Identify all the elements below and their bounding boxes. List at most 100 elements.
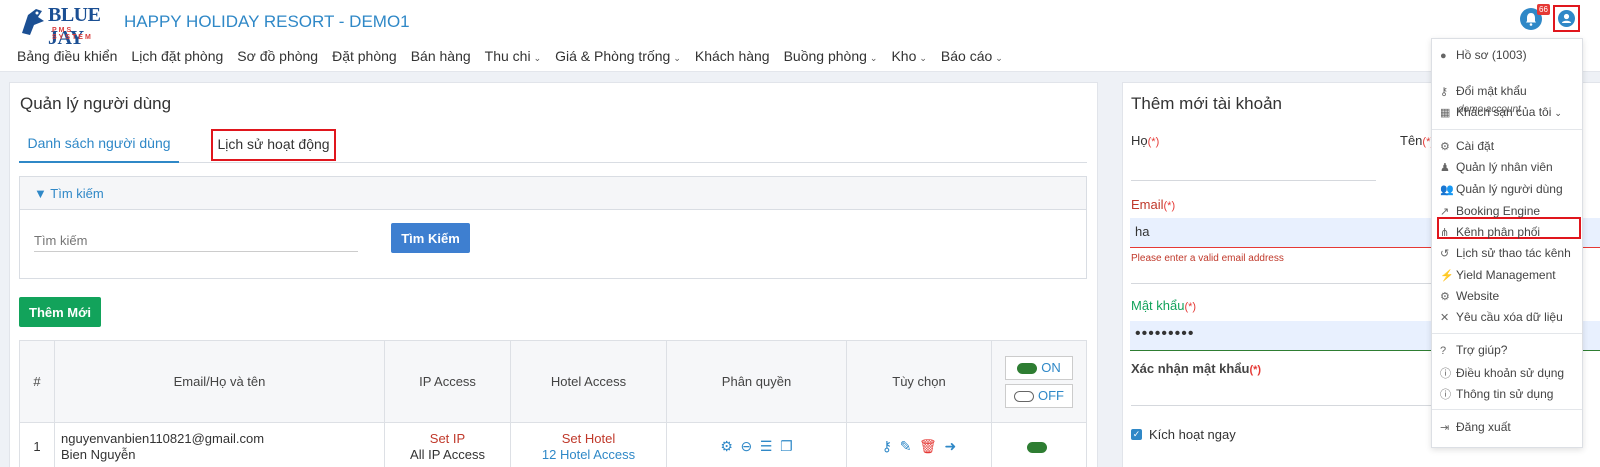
toggle-all-off-button[interactable]: OFF	[1005, 383, 1073, 408]
nav-sales[interactable]: Bán hàng	[411, 48, 471, 64]
nav-reservations[interactable]: Đặt phòng	[332, 48, 397, 64]
notification-count-badge: 66	[1537, 4, 1550, 15]
toggle-off-label: OFF	[1038, 387, 1064, 403]
row-email-name-cell: nguyenvanbien110821@gmail.com Bien Nguyễ…	[54, 422, 385, 467]
nav-room-map[interactable]: Sơ đồ phòng	[237, 48, 318, 64]
chevron-down-icon: ⌄	[1554, 108, 1562, 118]
menu-label: Trợ giúp?	[1456, 343, 1508, 357]
tab-activity-history[interactable]: Lịch sử hoạt động	[211, 129, 336, 161]
hotel-access-link[interactable]: 12 Hotel Access	[511, 447, 666, 463]
nav-finance[interactable]: Thu chi ⌄	[485, 48, 541, 64]
sitemap-icon: ⋔	[1440, 227, 1450, 239]
tab-user-list[interactable]: Danh sách người dùng	[19, 135, 179, 163]
password-label-text: Mật khẩu	[1131, 298, 1185, 313]
search-button[interactable]: Tìm Kiếm	[391, 223, 470, 253]
minus-circle-icon[interactable]: ⊖	[741, 438, 753, 455]
hotel-name[interactable]: HAPPY HOLIDAY RESORT - DEMO1	[124, 12, 410, 32]
menu-item-change-password[interactable]: ⚷ Đổi mật khẩu	[1440, 84, 1527, 98]
close-icon: ✕	[1440, 312, 1450, 324]
user-menu-button[interactable]	[1553, 5, 1580, 32]
add-new-user-button[interactable]: Thêm Mới	[19, 297, 101, 327]
toggle-off-icon	[1014, 390, 1034, 402]
nav-label: Thu chi	[484, 48, 531, 64]
menu-item-staff-management[interactable]: ♟ Quản lý nhân viên	[1440, 160, 1553, 174]
col-ip-access: IP Access	[384, 340, 511, 423]
sliders-icon[interactable]: ☰	[760, 438, 773, 455]
copy-icon[interactable]: ❐	[780, 438, 793, 455]
email-label-text: Email	[1131, 197, 1164, 212]
nav-label: Buồng phòng	[783, 48, 867, 64]
menu-label: Đổi mật khẩu	[1456, 84, 1527, 98]
row-name: Bien Nguyễn	[61, 446, 136, 462]
confirm-password-label-text: Xác nhận mật khẩu	[1131, 361, 1250, 376]
nav-housekeeping[interactable]: Buồng phòng ⌄	[784, 48, 878, 64]
menu-item-booking-engine[interactable]: ↗ Booking Engine	[1440, 204, 1540, 218]
user-active-toggle[interactable]	[1027, 442, 1047, 454]
nav-booking-calendar[interactable]: Lịch đặt phòng	[131, 48, 223, 64]
row-permissions-cell: ⚙ ⊖ ☰ ❐	[666, 422, 847, 467]
last-name-label: Họ(*)	[1131, 133, 1159, 148]
nav-guests[interactable]: Khách hàng	[695, 48, 770, 64]
activate-checkbox[interactable]: ✓	[1131, 429, 1142, 440]
gear-icon[interactable]: ⚙	[720, 438, 733, 455]
menu-item-user-management[interactable]: 👥 Quản lý người dùng	[1440, 182, 1563, 196]
user-dropdown-menu: ● Hồ sơ (1003) demo account ⚷ Đổi mật khẩu…	[1431, 38, 1583, 448]
building-icon: ▦	[1440, 107, 1451, 119]
row-index: 1	[19, 422, 55, 467]
menu-item-website[interactable]: ⚙ Website	[1440, 289, 1499, 303]
nav-reports[interactable]: Báo cáo ⌄	[941, 48, 1003, 64]
logo[interactable]: BLUE JAY PMS SYSTEM	[18, 3, 114, 49]
menu-item-my-hotels[interactable]: ▦ Khách sạn của tôi ⌄	[1440, 105, 1562, 119]
menu-item-channel-history[interactable]: ↺ Lịch sử thao tác kênh	[1440, 246, 1571, 260]
menu-label: Yield Management	[1456, 268, 1556, 282]
nav-label: Bảng điều khiển	[17, 48, 118, 64]
menu-label: Cài đặt	[1456, 139, 1495, 153]
nav-inventory[interactable]: Kho ⌄	[891, 48, 926, 64]
required-mark: (*)	[1163, 200, 1176, 212]
users-table: # Email/Họ và tên IP Access Hotel Access…	[19, 340, 1087, 467]
login-as-icon[interactable]: ➜	[944, 438, 956, 455]
menu-item-help[interactable]: ? Trợ giúp?	[1440, 343, 1507, 357]
key-icon[interactable]: ⚷	[882, 438, 892, 455]
page-title: Quản lý người dùng	[20, 94, 172, 113]
required-mark: (*)	[1147, 136, 1160, 148]
toggle-all-on-button[interactable]: ON	[1005, 355, 1073, 380]
filter-icon: ▼	[34, 186, 47, 201]
menu-item-delete-data-request[interactable]: ✕ Yêu cầu xóa dữ liệu	[1440, 310, 1563, 324]
nav-rates-availability[interactable]: Giá & Phòng trống ⌄	[555, 48, 681, 64]
set-ip-link[interactable]: Set IP	[385, 431, 510, 447]
row-toggle-cell	[991, 422, 1087, 467]
menu-item-logout[interactable]: ⇥ Đăng xuất	[1440, 420, 1511, 434]
search-input[interactable]	[34, 229, 358, 252]
menu-item-settings[interactable]: ⚙ Cài đặt	[1440, 139, 1494, 153]
search-panel-header[interactable]: ▼ Tìm kiếm	[20, 177, 1086, 210]
row-options-cell: ⚷ ✎ 🗑 ➜	[846, 422, 992, 467]
edit-icon[interactable]: ✎	[900, 438, 912, 455]
confirm-password-field[interactable]	[1131, 405, 1431, 406]
required-mark: (*)	[1249, 364, 1262, 376]
menu-item-terms[interactable]: ⓘ Điều khoản sử dụng	[1440, 365, 1564, 381]
last-name-field[interactable]	[1131, 180, 1376, 181]
row-hotel-cell: Set Hotel 12 Hotel Access	[510, 422, 667, 467]
trash-icon[interactable]: 🗑	[919, 438, 937, 455]
toggle-on-label: ON	[1041, 359, 1061, 375]
top-bar: BLUE JAY PMS SYSTEM HAPPY HOLIDAY RESORT…	[0, 0, 1600, 72]
nav-label: Kho	[891, 48, 917, 64]
menu-label: Quản lý người dùng	[1456, 182, 1563, 196]
menu-item-profile[interactable]: ● Hồ sơ (1003)	[1440, 48, 1527, 62]
email-error-message: Please enter a valid email address	[1131, 253, 1284, 264]
set-hotel-link[interactable]: Set Hotel	[511, 431, 666, 447]
add-account-title: Thêm mới tài khoản	[1131, 94, 1282, 113]
table-row: 1 nguyenvanbien110821@gmail.com Bien Ngu…	[19, 422, 1087, 467]
menu-label: Khách sạn của tôi	[1456, 105, 1552, 119]
menu-divider	[1432, 129, 1582, 130]
menu-label: Thông tin sử dụng	[1456, 387, 1554, 401]
user-tie-icon: ♟	[1440, 162, 1450, 174]
last-name-label-text: Họ	[1131, 133, 1148, 148]
nav-dashboard[interactable]: Bảng điều khiển	[17, 48, 117, 64]
user-avatar-icon	[1558, 10, 1575, 27]
col-index: #	[19, 340, 55, 423]
menu-item-usage-info[interactable]: ⓘ Thông tin sử dụng	[1440, 386, 1553, 402]
menu-item-channel-manager[interactable]: ⋔ Kênh phân phối	[1440, 225, 1540, 239]
menu-item-yield-management[interactable]: ⚡ Yield Management	[1440, 268, 1556, 282]
